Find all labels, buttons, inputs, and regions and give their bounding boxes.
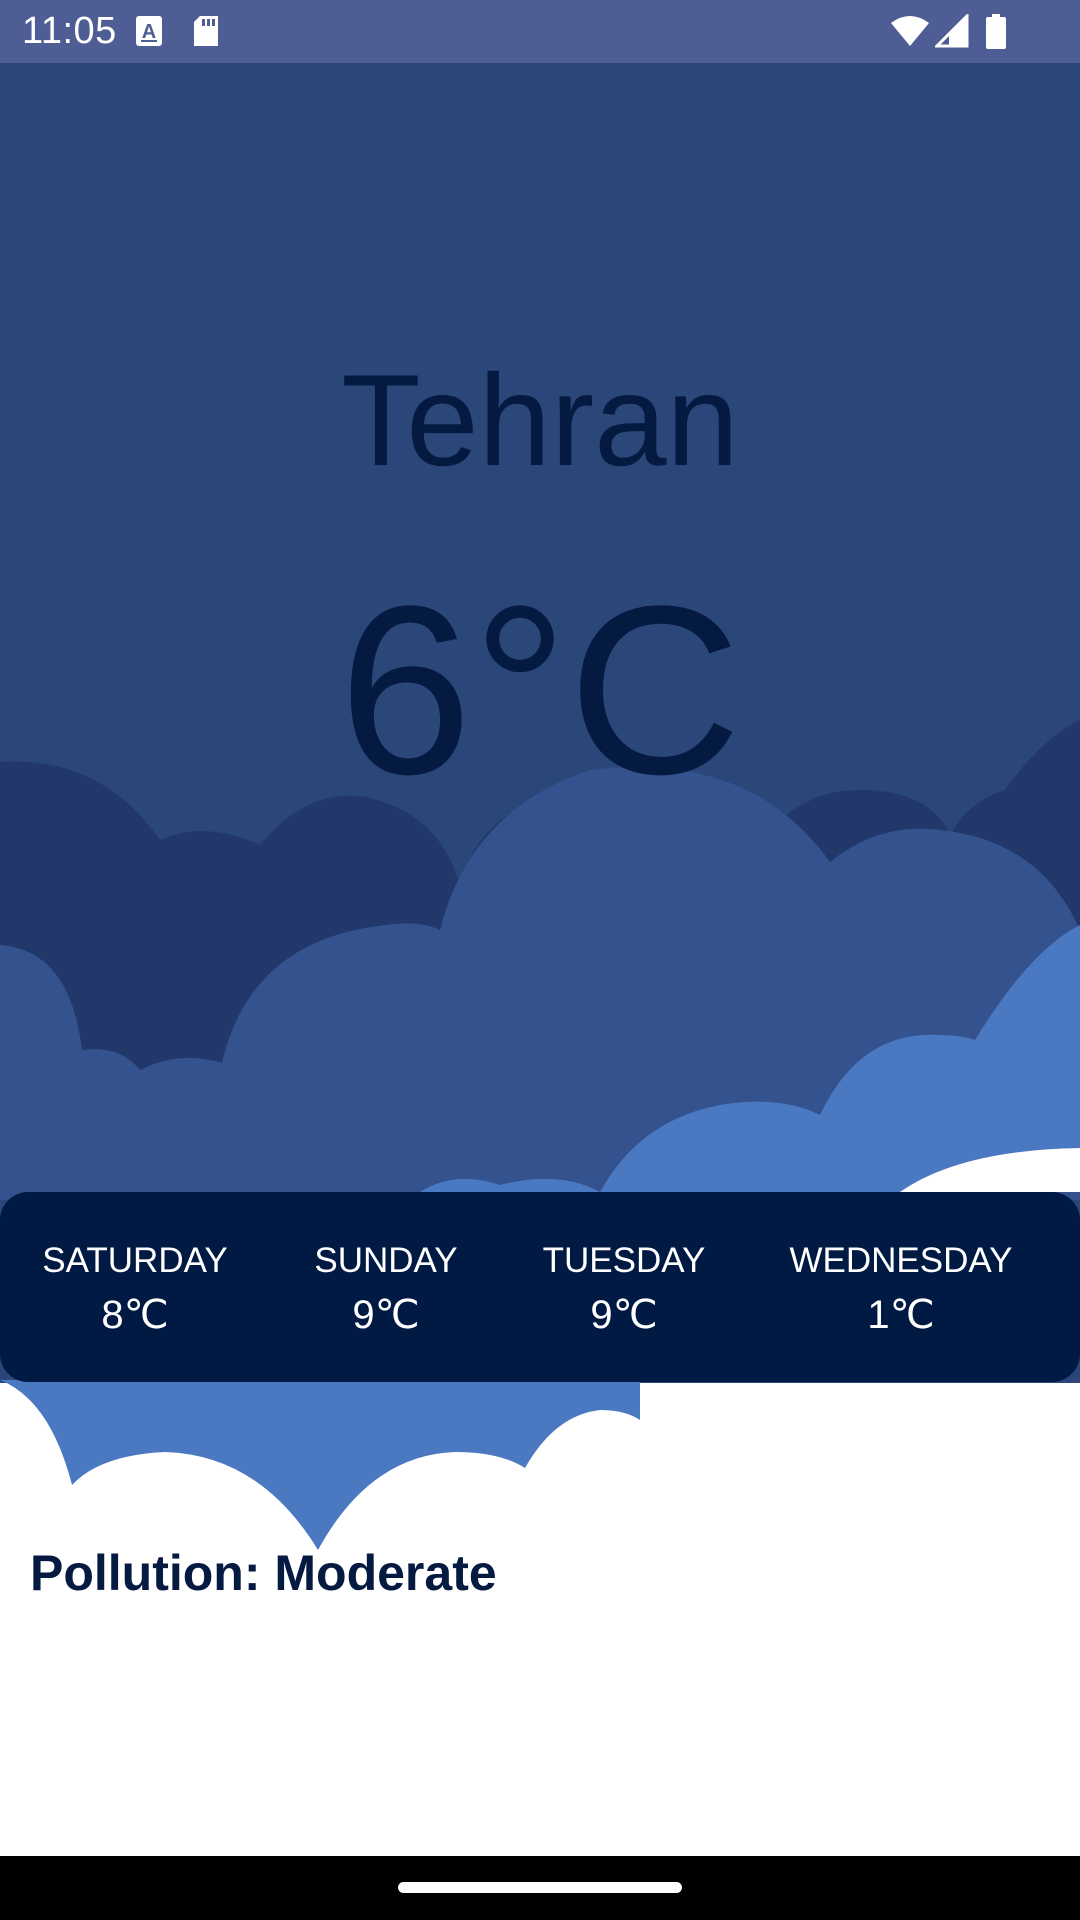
forecast-item-saturday: SATURDAY 8℃ bbox=[0, 1192, 270, 1382]
forecast-item-wednesday: WEDNESDAY 1℃ bbox=[746, 1192, 1056, 1382]
navigation-bar bbox=[0, 1856, 1080, 1920]
home-gesture-handle[interactable] bbox=[398, 1882, 682, 1893]
forecast-item-sunday: SUNDAY 9℃ bbox=[270, 1192, 502, 1382]
cloud-illustration bbox=[0, 720, 1080, 1550]
status-time: 11:05 bbox=[22, 10, 117, 52]
keyboard-a-icon: A bbox=[136, 14, 162, 53]
forecast-temp-label: 8℃ bbox=[101, 1293, 169, 1337]
forecast-card: SATURDAY 8℃ SUNDAY 9℃ TUESDAY 9℃ WEDNESD… bbox=[0, 1192, 1080, 1382]
status-bar: 11:05 A bbox=[0, 0, 1080, 63]
sd-card-icon bbox=[192, 14, 220, 53]
city-name: Tehran bbox=[341, 347, 739, 493]
forecast-item-tuesday: TUESDAY 9℃ bbox=[502, 1192, 746, 1382]
pollution-label: Pollution: Moderate bbox=[30, 1545, 497, 1594]
current-temperature: 6°C bbox=[338, 556, 742, 824]
forecast-day-label: SATURDAY bbox=[42, 1241, 228, 1280]
forecast-day-label: WEDNESDAY bbox=[789, 1241, 1013, 1280]
battery-icon bbox=[985, 14, 1007, 55]
forecast-temp-label: 9℃ bbox=[352, 1293, 420, 1337]
forecast-temp-label: 1℃ bbox=[867, 1293, 935, 1337]
forecast-day-label: TUESDAY bbox=[542, 1241, 706, 1280]
wifi-icon bbox=[890, 14, 930, 53]
forecast-temp-label: 9℃ bbox=[590, 1293, 658, 1337]
weather-screen: 11:05 A Tehran 6°C SATURDAY 8℃ SUNDAY 9℃… bbox=[0, 0, 1080, 1920]
forecast-day-label: SUNDAY bbox=[314, 1241, 458, 1280]
svg-text:A: A bbox=[142, 21, 156, 43]
cellular-signal-icon bbox=[933, 12, 969, 53]
